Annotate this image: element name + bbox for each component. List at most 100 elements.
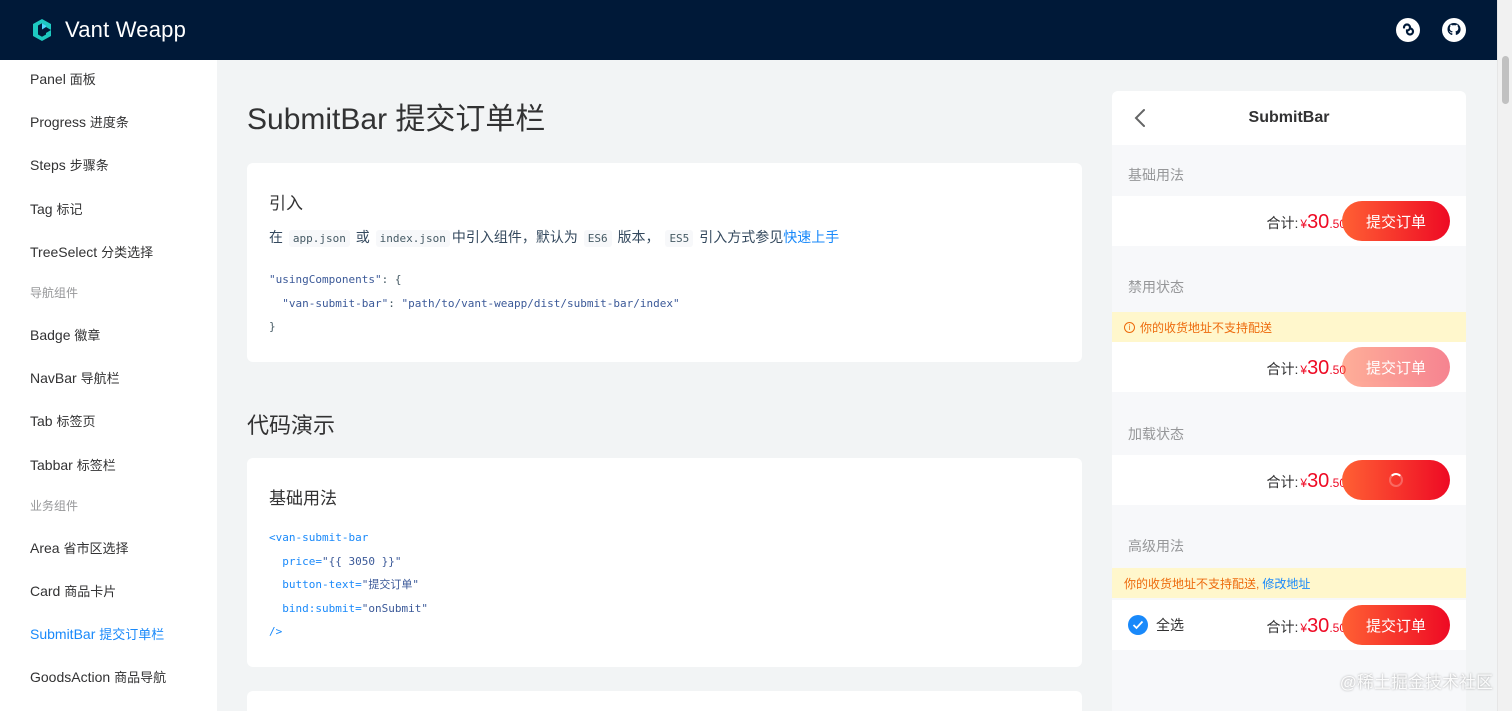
total-label: 合计: — [1266, 474, 1299, 490]
phone-nav-bar: SubmitBar — [1112, 91, 1466, 145]
sidebar-item-label: Tab — [30, 413, 53, 429]
code-token: <van-submit-bar — [269, 531, 369, 544]
sidebar-item-label: Tag — [30, 201, 53, 217]
submit-order-button-loading[interactable] — [1342, 460, 1450, 500]
basic-demo-card: 基础用法 <van-submit-bar price="{{ 3050 }}" … — [247, 458, 1082, 667]
inline-code: ES5 — [665, 230, 694, 247]
quickstart-link[interactable]: 快速上手 — [783, 229, 839, 245]
sidebar-item-steps[interactable]: Steps 步骤条 — [30, 155, 109, 174]
code-token: "提交订单" — [361, 578, 419, 591]
sidebar-group-business: 业务组件 — [30, 499, 79, 513]
inline-code: app.json — [288, 230, 350, 247]
total-price: 合计: ¥ 30 .50 — [1266, 342, 1346, 392]
sidebar-item-tag[interactable]: Tag 标记 — [30, 199, 82, 218]
top-header: Vant Weapp — [0, 0, 1497, 60]
sidebar-item-label-cn: 标签栏 — [76, 458, 116, 473]
sidebar-nav: Panel 面板 Progress 进度条 Steps 步骤条 Tag 标记 T… — [0, 60, 217, 711]
sidebar-group-nav: 导航组件 — [30, 286, 79, 300]
sidebar-item-treeselect[interactable]: TreeSelect 分类选择 — [30, 242, 153, 261]
demo-title-loading: 加载状态 — [1128, 426, 1184, 442]
phone-title: SubmitBar — [1248, 109, 1330, 126]
page-scrollbar[interactable] — [1497, 0, 1512, 711]
phone-simulator: SubmitBar 基础用法 合计: ¥ 30 .50 提交订单 禁用状态 i … — [1112, 91, 1466, 711]
sidebar-item-tab[interactable]: Tab 标签页 — [30, 411, 95, 430]
total-price: 合计: ¥ 30 .50 — [1266, 196, 1346, 246]
vant-logo-icon[interactable] — [30, 18, 54, 42]
submit-bar-advanced: 全选 合计: ¥ 30 .50 提交订单 — [1112, 600, 1466, 650]
notice-bar-disabled: i 你的收货地址不支持配送 — [1112, 312, 1466, 342]
weapp-icon[interactable] — [1395, 17, 1421, 43]
sidebar-item-badge[interactable]: Badge 徽章 — [30, 325, 100, 344]
sidebar-item-label-cn: 提交订单栏 — [99, 627, 165, 642]
code-token: "path/to/vant-weapp/dist/submit-bar/inde… — [401, 296, 680, 310]
total-label: 合计: — [1266, 619, 1299, 635]
code-token: price= — [269, 554, 322, 568]
sidebar-item-submitbar[interactable]: SubmitBar 提交订单栏 — [30, 624, 164, 643]
next-demo-card — [247, 691, 1082, 711]
github-icon[interactable] — [1441, 17, 1467, 43]
inline-code: ES6 — [583, 230, 612, 247]
sidebar-item-card[interactable]: Card 商品卡片 — [30, 581, 116, 600]
submit-order-button-advanced[interactable]: 提交订单 — [1342, 605, 1450, 645]
sidebar-item-tabbar[interactable]: Tabbar 标签栏 — [30, 455, 116, 474]
app-title[interactable]: Vant Weapp — [65, 17, 186, 43]
intro-card: 引入 在 app.json 或 index.json 中引入组件，默认为 ES6 … — [247, 163, 1082, 362]
notice-text: 你的收货地址不支持配送, — [1124, 576, 1260, 591]
intro-code-block: "usingComponents": { "van-submit-bar": "… — [269, 268, 680, 339]
code-token: "usingComponents" — [269, 273, 382, 286]
notice-bar-advanced: 你的收货地址不支持配送, 修改地址 — [1112, 568, 1466, 598]
info-icon: i — [1124, 321, 1135, 333]
sidebar-item-label-cn: 进度条 — [89, 115, 129, 130]
sidebar-item-goodsaction[interactable]: GoodsAction 商品导航 — [30, 667, 166, 686]
checkbox-label: 全选 — [1156, 617, 1184, 633]
sidebar-item-label-cn: 导航栏 — [80, 371, 120, 386]
sidebar-item-label-cn: 商品导航 — [114, 670, 167, 685]
header-actions — [1395, 17, 1467, 43]
intro-heading: 引入 — [269, 194, 303, 213]
sidebar-item-label: TreeSelect — [30, 244, 98, 260]
sidebar-item-label-cn: 标签页 — [56, 414, 96, 429]
sidebar-item-label: SubmitBar — [30, 626, 96, 642]
total-price: 合计: ¥ 30 .50 — [1266, 600, 1346, 650]
sidebar-item-progress[interactable]: Progress 进度条 — [30, 112, 129, 131]
select-all-checkbox[interactable]: 全选 — [1128, 615, 1184, 635]
intro-text-part: 版本， — [617, 229, 660, 245]
watermark-text: @稀土掘金技术社区 — [1339, 673, 1493, 692]
sidebar-item-label: NavBar — [30, 370, 77, 386]
sidebar-item-area[interactable]: Area 省市区选择 — [30, 538, 128, 557]
sidebar-item-label-cn: 省市区选择 — [63, 541, 129, 556]
loading-spinner-icon — [1389, 473, 1403, 487]
currency-symbol: ¥ — [1300, 363, 1308, 377]
sidebar-item-navbar[interactable]: NavBar 导航栏 — [30, 368, 120, 387]
doc-content: SubmitBar 提交订单栏 引入 在 app.json 或 index.js… — [217, 60, 1095, 711]
price-integer: 30 — [1307, 357, 1330, 379]
intro-text-part: 引入方式参见 — [699, 229, 784, 245]
submit-order-button[interactable]: 提交订单 — [1342, 201, 1450, 241]
intro-text-part: 中引入组件，默认为 — [451, 229, 578, 245]
code-token: : — [388, 296, 402, 310]
sidebar-item-label-cn: 分类选择 — [101, 245, 154, 260]
sidebar-item-label: Steps — [30, 157, 66, 173]
sidebar-item-panel[interactable]: Panel 面板 — [30, 69, 96, 88]
sidebar-item-label-cn: 商品卡片 — [64, 584, 117, 599]
submit-bar-disabled: 合计: ¥ 30 .50 提交订单 — [1112, 342, 1466, 392]
checkmark-icon — [1128, 615, 1148, 635]
sidebar-item-label: Panel — [30, 71, 66, 87]
submit-order-button-disabled[interactable]: 提交订单 — [1342, 347, 1450, 387]
code-token: bind:submit= — [269, 601, 362, 615]
edit-address-link[interactable]: 修改地址 — [1262, 575, 1310, 592]
notice-text: 你的收货地址不支持配送 — [1140, 320, 1273, 335]
demo-title-disabled: 禁用状态 — [1128, 279, 1184, 295]
code-token: button-text= — [269, 578, 362, 591]
demo-title-advanced: 高级用法 — [1128, 538, 1184, 554]
basic-demo-heading: 基础用法 — [269, 489, 337, 508]
sidebar-item-label: Progress — [30, 114, 87, 130]
scrollbar-thumb[interactable] — [1502, 56, 1509, 104]
sidebar-item-label-cn: 面板 — [69, 72, 96, 87]
intro-text: 在 app.json 或 index.json 中引入组件，默认为 ES6 版本，… — [269, 227, 839, 247]
sidebar-item-label-cn: 标记 — [56, 202, 83, 217]
total-price: 合计: ¥ 30 .50 — [1266, 455, 1346, 505]
sidebar-item-label: GoodsAction — [30, 669, 111, 685]
code-token: : { — [381, 273, 402, 286]
currency-symbol: ¥ — [1300, 217, 1308, 231]
